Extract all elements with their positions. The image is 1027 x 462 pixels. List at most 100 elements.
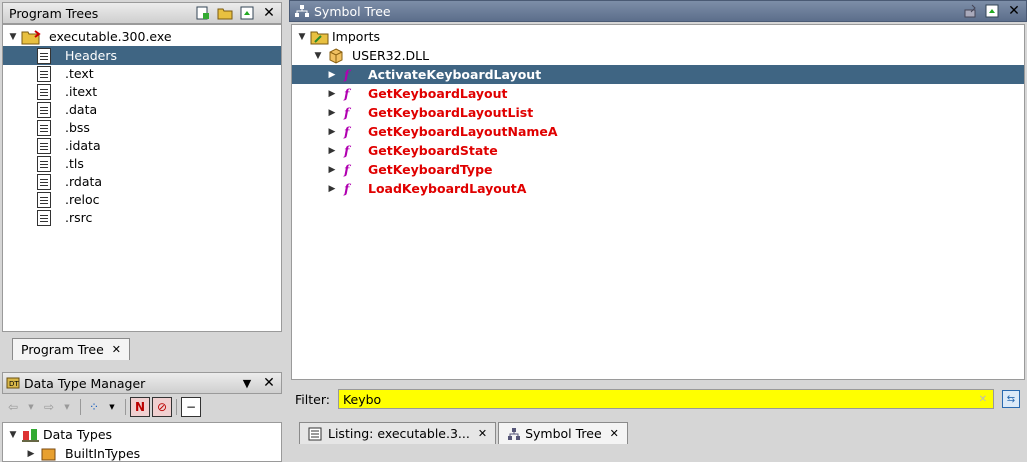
data-type-toolbar: ⇦ ▼ ⇨ ▼ ⁘ ▼ N ⊘ −: [4, 396, 201, 418]
expand-toggle-icon[interactable]: ▶: [326, 184, 338, 194]
filter-label: Filter:: [295, 391, 330, 407]
expand-toggle-icon[interactable]: ▶: [326, 146, 338, 156]
data-type-manager-titlebar[interactable]: DT Data Type Manager ▼ ✕: [2, 372, 282, 394]
section-doc-icon: [37, 191, 51, 208]
section-doc-icon: [37, 155, 51, 172]
section-item[interactable]: Headers: [3, 46, 281, 65]
filter-input[interactable]: Keybo ✕: [337, 389, 994, 409]
configure-icon[interactable]: [960, 2, 980, 20]
data-types-root[interactable]: ▼ Data Types: [3, 425, 281, 444]
expand-toggle-icon[interactable]: ▶: [326, 70, 338, 80]
new-tree-icon[interactable]: [193, 4, 213, 22]
filter-input-value: Keybo: [342, 391, 382, 407]
expand-toggle-icon[interactable]: ▶: [326, 165, 338, 175]
section-item[interactable]: .itext: [3, 82, 281, 101]
data-types-icon: [22, 428, 39, 442]
function-item[interactable]: ▶ f GetKeyboardLayoutList: [292, 103, 1024, 122]
imports-folder-icon: [310, 31, 329, 44]
archive-icon[interactable]: ⁘: [85, 398, 103, 416]
data-type-icon: DT: [6, 377, 20, 389]
filter-arrays-icon[interactable]: N: [130, 397, 150, 417]
program-trees-panel: Program Trees ✕ ▼ executable.300.exe Hea…: [2, 2, 282, 364]
close-icon[interactable]: ✕: [112, 343, 121, 356]
chevron-down-icon[interactable]: ▼: [58, 398, 76, 416]
function-label: GetKeyboardType: [368, 162, 493, 177]
close-icon[interactable]: ✕: [478, 427, 487, 440]
collapse-all-icon[interactable]: −: [181, 397, 201, 417]
imports-label: Imports: [332, 29, 380, 44]
program-trees-titlebar[interactable]: Program Trees ✕: [2, 2, 282, 24]
program-root-label: executable.300.exe: [49, 29, 172, 44]
library-icon: [329, 47, 343, 64]
forward-arrow-icon[interactable]: ⇨: [40, 398, 58, 416]
section-item[interactable]: .text: [3, 64, 281, 83]
function-icon: f: [344, 162, 350, 177]
menu-dropdown-icon[interactable]: ▼: [237, 374, 257, 392]
function-item[interactable]: ▶ f LoadKeyboardLayoutA: [292, 179, 1024, 198]
expand-toggle-icon[interactable]: ▼: [296, 32, 308, 42]
expand-toggle-icon[interactable]: ▶: [326, 127, 338, 137]
program-tree-view[interactable]: ▼ executable.300.exe Headers .text .itext.…: [2, 24, 282, 332]
function-item[interactable]: ▶ f GetKeyboardLayoutNameA: [292, 122, 1024, 141]
expand-toggle-icon[interactable]: ▼: [7, 430, 19, 440]
builtin-types-row[interactable]: ▶ BuiltInTypes: [3, 444, 281, 461]
tab-listing-label: Listing: executable.3...: [328, 426, 470, 441]
listing-icon: [308, 427, 322, 440]
close-icon[interactable]: ✕: [259, 4, 279, 22]
section-item[interactable]: .rsrc: [3, 208, 281, 227]
section-item[interactable]: .bss: [3, 118, 281, 137]
expand-toggle-icon[interactable]: ▶: [25, 449, 37, 459]
builtin-types-icon: [41, 448, 56, 460]
tab-symbol-tree[interactable]: Symbol Tree ✕: [498, 422, 628, 444]
section-label: .idata: [65, 138, 101, 153]
symbol-tree-titlebar[interactable]: Symbol Tree ✕: [289, 0, 1027, 22]
back-arrow-icon[interactable]: ⇦: [4, 398, 22, 416]
tab-listing[interactable]: Listing: executable.3... ✕: [299, 422, 497, 444]
imports-node[interactable]: ▼ Imports: [292, 27, 1024, 46]
expand-toggle-icon[interactable]: ▼: [7, 32, 19, 42]
section-item[interactable]: .rdata: [3, 172, 281, 191]
chevron-down-icon[interactable]: ▼: [22, 398, 40, 416]
section-label: .rsrc: [65, 210, 93, 225]
function-icon: f: [344, 105, 350, 120]
tab-program-tree[interactable]: Program Tree ✕: [12, 338, 130, 360]
program-tree-root[interactable]: ▼ executable.300.exe: [3, 27, 281, 46]
filter-bar: Filter: Keybo ✕ ⇆: [291, 386, 1025, 412]
symbol-tree-title: Symbol Tree: [314, 3, 391, 19]
close-icon[interactable]: ✕: [610, 427, 619, 440]
function-label: ActivateKeyboardLayout: [368, 67, 542, 82]
symbol-tree-view[interactable]: ▼ Imports ▼ USER32.DLL ▶ f ActivateKeyboar…: [291, 24, 1025, 380]
expand-toggle-icon[interactable]: ▶: [326, 89, 338, 99]
snapshot-icon[interactable]: [237, 4, 257, 22]
function-icon: f: [344, 181, 350, 196]
section-item[interactable]: .reloc: [3, 190, 281, 209]
function-item[interactable]: ▶ f GetKeyboardLayout: [292, 84, 1024, 103]
toolbar-divider: [125, 399, 126, 415]
dll-node[interactable]: ▼ USER32.DLL: [292, 46, 1024, 65]
function-item[interactable]: ▶ f GetKeyboardState: [292, 141, 1024, 160]
chevron-down-icon[interactable]: ▼: [103, 398, 121, 416]
expand-toggle-icon[interactable]: ▼: [312, 51, 324, 61]
section-doc-icon: [37, 137, 51, 154]
section-item[interactable]: .tls: [3, 154, 281, 173]
program-folder-icon: [21, 29, 41, 44]
section-label: .rdata: [65, 174, 103, 189]
filter-options-icon[interactable]: ⇆: [1001, 390, 1020, 408]
section-item[interactable]: .idata: [3, 136, 281, 155]
symbol-tree-icon: [508, 427, 521, 440]
close-icon[interactable]: ✕: [1004, 2, 1024, 20]
program-trees-title: Program Trees: [9, 5, 99, 21]
snapshot-icon[interactable]: [982, 2, 1002, 20]
open-folder-icon[interactable]: [215, 4, 235, 22]
expand-toggle-icon[interactable]: ▶: [326, 108, 338, 118]
data-type-tree[interactable]: ▼ Data Types ▶ BuiltInTypes: [2, 422, 282, 462]
function-item[interactable]: ▶ f GetKeyboardType: [292, 160, 1024, 179]
function-label: GetKeyboardLayout: [368, 86, 508, 101]
clear-filter-icon[interactable]: ✕: [979, 394, 987, 405]
function-item[interactable]: ▶ f ActivateKeyboardLayout: [292, 65, 1024, 84]
toolbar-divider: [176, 399, 177, 415]
filter-pointers-icon[interactable]: ⊘: [152, 397, 172, 417]
section-item[interactable]: .data: [3, 100, 281, 119]
section-label: .text: [65, 66, 94, 81]
close-icon[interactable]: ✕: [259, 374, 279, 392]
